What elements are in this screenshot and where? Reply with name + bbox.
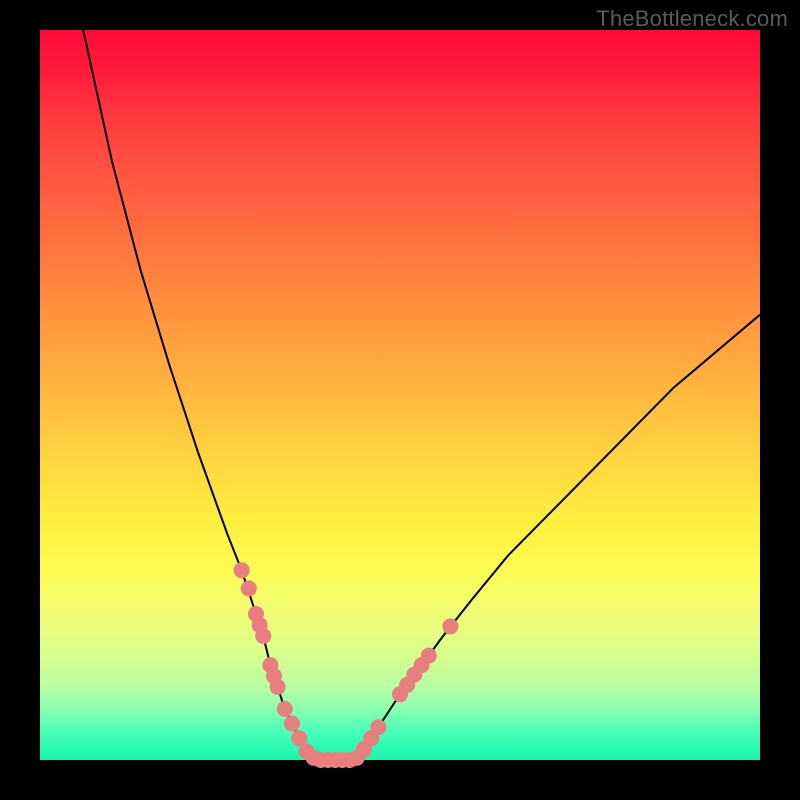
curve-right-branch: [357, 315, 760, 760]
chart-frame: TheBottleneck.com: [0, 0, 800, 800]
watermark-text: TheBottleneck.com: [596, 6, 788, 32]
plot-area: [40, 30, 760, 760]
data-dot: [442, 618, 458, 634]
data-dot: [241, 580, 257, 596]
data-dot: [421, 648, 437, 664]
data-dot: [370, 719, 386, 735]
data-dot: [234, 562, 250, 578]
curve-layer: [40, 30, 760, 760]
data-dots: [234, 562, 459, 768]
data-dot: [255, 628, 271, 644]
data-dot: [270, 679, 286, 695]
data-dot: [284, 716, 300, 732]
data-dot: [277, 701, 293, 717]
curve-left-branch: [83, 30, 313, 760]
